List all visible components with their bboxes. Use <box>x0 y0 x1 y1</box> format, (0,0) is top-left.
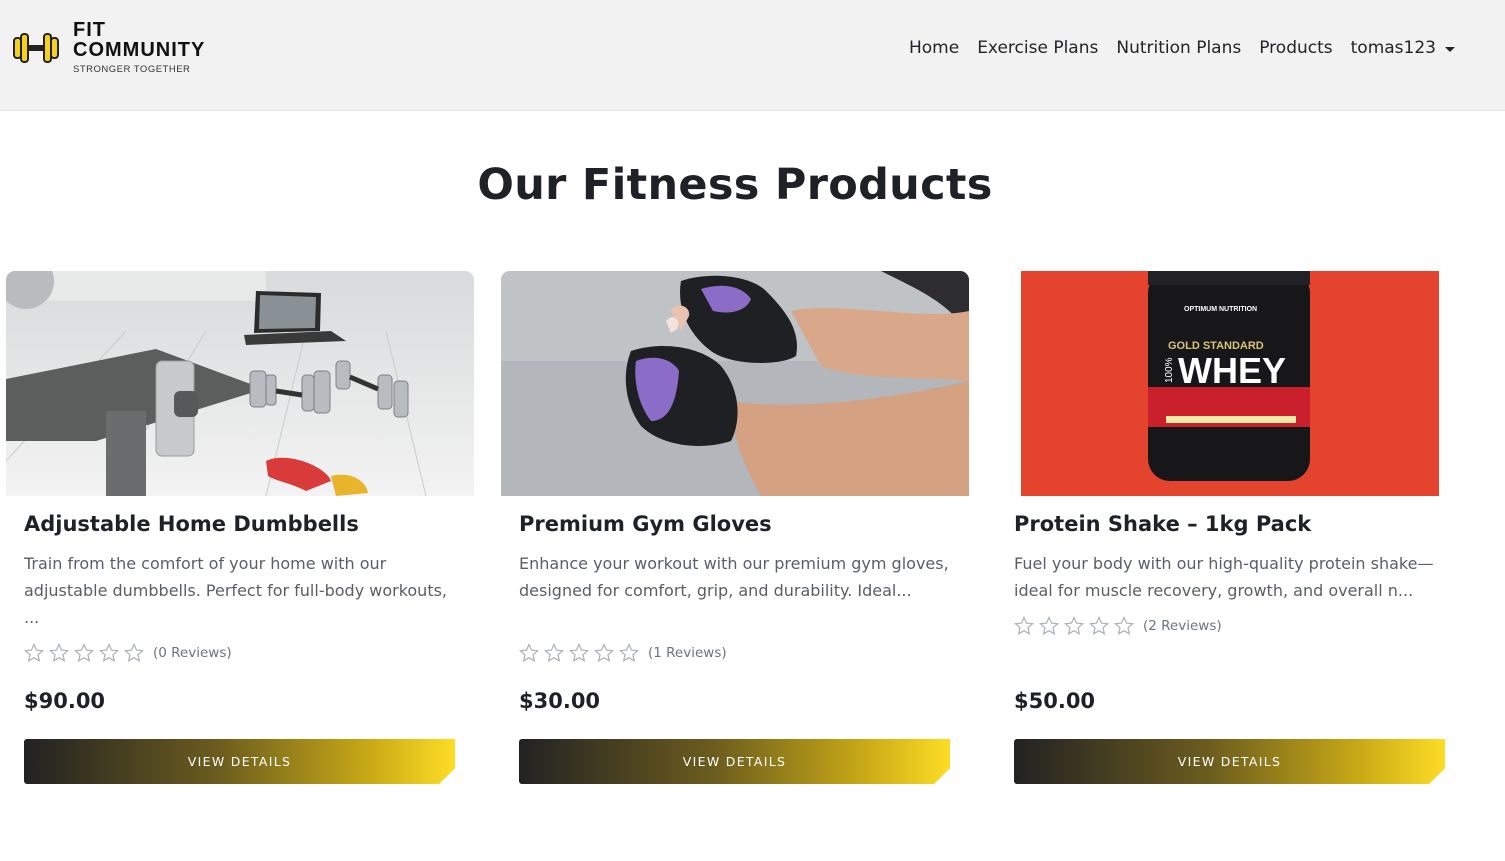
product-card: OPTIMUM NUTRITION GOLD STANDARD 100% WHE… <box>996 271 1464 784</box>
brand-logo-link[interactable]: FIT COMMUNITY STRONGER TOGETHER <box>12 20 205 75</box>
product-card: Premium Gym Gloves Enhance your workout … <box>501 271 969 784</box>
site-header: FIT COMMUNITY STRONGER TOGETHER Home Exe… <box>0 0 1505 111</box>
star-outline-icon <box>1089 616 1109 636</box>
dumbbells-photo <box>6 271 474 496</box>
brand-name-line1: FIT <box>73 19 106 41</box>
protein-tub-photo: OPTIMUM NUTRITION GOLD STANDARD 100% WHE… <box>1021 271 1439 496</box>
card-body: Protein Shake – 1kg Pack Fuel your body … <box>996 496 1464 784</box>
main-nav: Home Exercise Plans Nutrition Plans Prod… <box>891 38 1455 58</box>
product-card: Adjustable Home Dumbbells Train from the… <box>6 271 474 784</box>
review-count: (1 Reviews) <box>648 645 727 661</box>
label-line2: 100% <box>1164 357 1175 383</box>
page-title: Our Fitness Products <box>477 160 993 210</box>
star-outline-icon <box>99 643 119 663</box>
nav-exercise-plans[interactable]: Exercise Plans <box>977 38 1098 58</box>
product-title[interactable]: Adjustable Home Dumbbells <box>24 512 456 540</box>
star-outline-icon <box>619 643 639 663</box>
view-details-button[interactable]: VIEW DETAILS <box>519 739 950 784</box>
gloves-photo <box>501 271 969 496</box>
brand-name-line2: COMMUNITY <box>73 39 206 61</box>
star-outline-icon <box>1014 616 1034 636</box>
nav-home[interactable]: Home <box>909 38 959 58</box>
protein-image[interactable]: OPTIMUM NUTRITION GOLD STANDARD 100% WHE… <box>996 271 1464 496</box>
star-rating: (2 Reviews) <box>1014 614 1446 638</box>
star-outline-icon <box>569 643 589 663</box>
view-details-button[interactable]: VIEW DETAILS <box>1014 739 1445 784</box>
star-rating: (1 Reviews) <box>519 641 951 665</box>
view-details-button[interactable]: VIEW DETAILS <box>24 739 455 784</box>
star-outline-icon <box>1064 616 1084 636</box>
dumbbells-image[interactable] <box>6 271 474 496</box>
user-name: tomas123 <box>1350 38 1436 58</box>
product-price: $30.00 <box>519 689 601 713</box>
product-description: Fuel your body with our high-quality pro… <box>1014 554 1434 600</box>
brand-text: FIT COMMUNITY STRONGER TOGETHER <box>73 20 205 75</box>
star-outline-icon <box>594 643 614 663</box>
star-rating: (0 Reviews) <box>24 641 456 665</box>
product-description: Train from the comfort of your home with… <box>24 554 448 627</box>
star-outline-icon <box>519 643 539 663</box>
review-count: (2 Reviews) <box>1143 618 1222 634</box>
nav-products[interactable]: Products <box>1259 38 1332 58</box>
star-outline-icon <box>74 643 94 663</box>
dumbbell-logo-icon <box>13 33 59 63</box>
review-count: (0 Reviews) <box>153 645 232 661</box>
card-body: Premium Gym Gloves Enhance your workout … <box>501 496 969 784</box>
brand-tagline: STRONGER TOGETHER <box>73 64 191 75</box>
product-description: Enhance your workout with our premium gy… <box>519 554 949 600</box>
star-outline-icon <box>544 643 564 663</box>
product-title[interactable]: Premium Gym Gloves <box>519 512 951 540</box>
gloves-image[interactable] <box>501 271 969 496</box>
label-brand: OPTIMUM NUTRITION <box>1184 306 1257 313</box>
user-menu-dropdown[interactable]: tomas123 <box>1351 38 1455 58</box>
star-outline-icon <box>124 643 144 663</box>
nav-nutrition-plans[interactable]: Nutrition Plans <box>1116 38 1241 58</box>
caret-down-icon <box>1445 46 1455 52</box>
star-outline-icon <box>1114 616 1134 636</box>
star-outline-icon <box>24 643 44 663</box>
product-price: $90.00 <box>24 689 106 713</box>
product-price: $50.00 <box>1014 689 1096 713</box>
star-outline-icon <box>49 643 69 663</box>
label-line3: WHEY <box>1178 350 1286 391</box>
star-outline-icon <box>1039 616 1059 636</box>
card-body: Adjustable Home Dumbbells Train from the… <box>6 496 474 784</box>
product-title[interactable]: Protein Shake – 1kg Pack <box>1014 512 1446 540</box>
